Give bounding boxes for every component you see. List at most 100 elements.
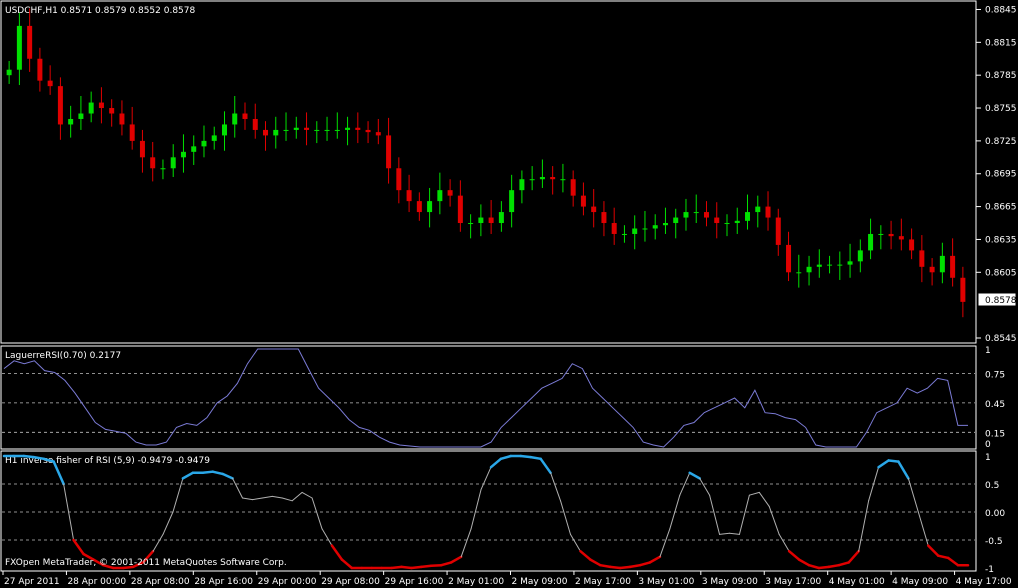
candle-body (591, 206, 597, 213)
candle-body (837, 264, 843, 266)
time-tick-label: 4 May 09:00 (892, 577, 948, 587)
candle-body (878, 233, 884, 235)
candle-body (37, 58, 43, 81)
candle-body (57, 86, 63, 125)
price-panel-header: USDCHF,H1 0.8571 0.8579 0.8552 0.8578 (5, 6, 195, 16)
candle-body (775, 217, 781, 245)
time-tick-label: 28 Apr 16:00 (194, 577, 253, 587)
price-tick-label: 0.8755 (985, 104, 1017, 114)
candle-body (396, 168, 402, 191)
candle-body (786, 244, 792, 273)
candle-body (919, 250, 925, 267)
candle-body (765, 206, 771, 218)
price-tick-label: 0.8725 (985, 137, 1017, 147)
time-tick-label: 2 May 17:00 (575, 577, 631, 587)
candle-body (580, 195, 586, 207)
candle-body (457, 195, 463, 224)
candle-body (550, 177, 556, 180)
fisher-segment (201, 470, 214, 475)
candle-body (180, 151, 186, 158)
metatrader-chart[interactable]: USDCHF,H1 0.8571 0.8579 0.8552 0.8578 0.… (0, 0, 1018, 588)
candle-body (724, 223, 730, 225)
fisher-tick-label: 1 (985, 453, 991, 463)
laguerre-tick-label: 0.15 (985, 429, 1005, 439)
fisher-segment (420, 564, 433, 569)
candle-body (68, 118, 74, 125)
candle-body (960, 277, 966, 302)
candle-body (242, 113, 248, 119)
candle-body (601, 212, 607, 224)
candle-body (263, 129, 269, 136)
fisher-tick-label: -1 (985, 565, 994, 575)
fisher-segment (608, 565, 622, 570)
fisher-segment (887, 459, 900, 463)
candle-body (355, 127, 361, 130)
candle-body (529, 179, 535, 181)
candle-body (16, 25, 22, 70)
candle-body (488, 217, 494, 224)
candle-body (47, 80, 53, 87)
candle-body (888, 233, 894, 237)
candle-body (621, 233, 627, 235)
price-tick-label: 0.8635 (985, 235, 1017, 245)
candle-body (755, 206, 761, 213)
time-tick-label: 3 May 17:00 (765, 577, 821, 587)
current-price-label: 0.8578 (985, 296, 1017, 306)
candle-body (273, 129, 279, 136)
candle-body (498, 212, 504, 224)
candle-body (427, 201, 433, 213)
laguerre-tick-label: 0.45 (985, 400, 1005, 410)
price-tick-label: 0.8815 (985, 38, 1017, 48)
candle-body (745, 212, 751, 221)
candle-body (447, 190, 453, 196)
candle-body (27, 25, 33, 59)
candle-body (375, 132, 381, 136)
fisher-segment (618, 565, 632, 570)
time-tick-label: 28 Apr 00:00 (67, 577, 126, 587)
candle-body (950, 255, 956, 278)
candle-body (98, 102, 104, 109)
candle-body (109, 108, 115, 114)
candle-body (416, 201, 422, 213)
copyright-watermark: FXOpen MetaTrader, © 2001-2011 MetaQuote… (5, 558, 287, 568)
candle-body (88, 102, 94, 114)
candle-body (150, 157, 156, 169)
candle-body (714, 217, 720, 224)
current-price-tag: 0.8578 (977, 292, 1017, 307)
candle-body (386, 135, 392, 169)
candle-body (909, 239, 915, 251)
laguerre-tick-label: 0 (985, 440, 991, 450)
candle-body (119, 113, 125, 125)
time-tick-label: 3 May 01:00 (638, 577, 694, 587)
candle-body (468, 223, 474, 225)
candle-body (221, 124, 227, 136)
candle-body (632, 228, 638, 234)
price-tick-label: 0.8785 (985, 71, 1017, 81)
candle-body (252, 118, 258, 130)
time-tick-label: 29 Apr 00:00 (258, 577, 317, 587)
fisher-segment (400, 565, 413, 570)
candle-body (652, 225, 658, 229)
fisher-segment (410, 565, 423, 570)
candle-body (406, 190, 412, 202)
time-tick-label: 2 May 09:00 (512, 577, 568, 587)
candle-body (232, 113, 238, 125)
candle-body (898, 236, 904, 240)
candle-body (673, 217, 679, 224)
candle-body (827, 264, 833, 266)
candle-body (929, 266, 935, 273)
candle-body (662, 223, 668, 226)
price-tick-label: 0.8665 (985, 203, 1017, 213)
candle-body (283, 129, 289, 131)
candle-body (857, 250, 863, 262)
candle-body (703, 212, 709, 218)
fisher-segment (529, 455, 542, 461)
candle-body (519, 179, 525, 191)
candle-body (129, 124, 135, 141)
candle-body (304, 127, 310, 130)
price-tick-label: 0.8545 (985, 334, 1017, 344)
price-tick-label: 0.8605 (985, 268, 1017, 278)
laguerre-tick-label: 1 (985, 346, 991, 356)
time-tick-label: 3 May 09:00 (702, 577, 758, 587)
candle-body (345, 127, 351, 130)
